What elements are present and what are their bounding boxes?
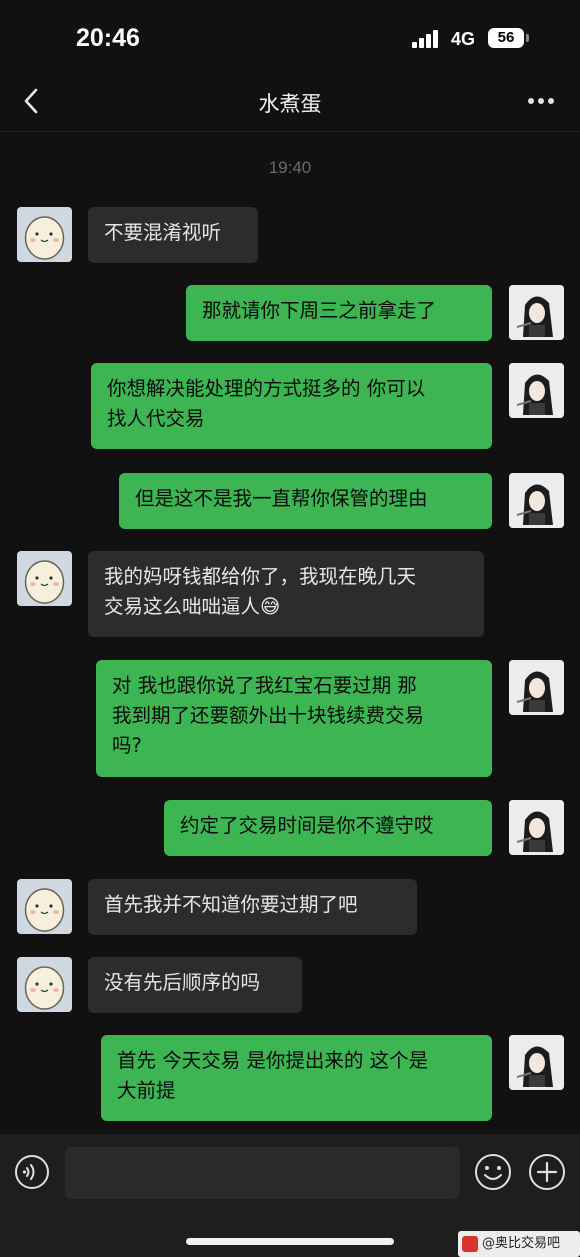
incoming-message[interactable]: 没有先后顺序的吗 — [88, 957, 302, 1013]
anime-girl-avatar-icon — [509, 660, 564, 715]
egg-avatar-icon — [24, 966, 65, 1010]
voice-input-icon[interactable] — [14, 1154, 50, 1190]
plus-icon[interactable] — [528, 1153, 566, 1191]
contact-avatar[interactable] — [17, 879, 72, 934]
network-type: 4G — [451, 29, 476, 49]
incoming-message[interactable]: 首先我并不知道你要过期了吧 — [88, 879, 417, 935]
anime-girl-avatar-icon — [509, 285, 564, 340]
anime-girl-avatar-icon — [509, 800, 564, 855]
my-avatar[interactable] — [509, 660, 564, 715]
my-avatar[interactable] — [509, 473, 564, 528]
battery-icon: 56 — [488, 28, 524, 48]
message-timestamp: 19:40 — [268, 158, 312, 177]
my-avatar[interactable] — [509, 1035, 564, 1090]
home-indicator — [186, 1238, 394, 1245]
incoming-message[interactable]: 我的妈呀钱都给你了，我现在晚几天 交易这么咄咄逼人😅 — [88, 551, 484, 637]
contact-avatar[interactable] — [17, 957, 72, 1012]
outgoing-message[interactable]: 你想解决能处理的方式挺多的 你可以 找人代交易 — [91, 363, 492, 449]
my-avatar[interactable] — [509, 285, 564, 340]
outgoing-message[interactable]: 对 我也跟你说了我红宝石要过期 那 我到期了还要额外出十块钱续费交易 吗? — [96, 660, 492, 777]
outgoing-message[interactable]: 那就请你下周三之前拿走了 — [186, 285, 492, 341]
egg-avatar-icon — [24, 560, 65, 604]
input-bar: @奥比交易吧 — [0, 1134, 580, 1257]
anime-girl-avatar-icon — [509, 1035, 564, 1090]
anime-girl-avatar-icon — [509, 363, 564, 418]
outgoing-message[interactable]: 首先 今天交易 是你提出来的 这个是 大前提 — [101, 1035, 492, 1121]
anime-girl-avatar-icon — [509, 473, 564, 528]
egg-avatar-icon — [24, 888, 65, 932]
battery-tip — [526, 34, 529, 42]
watermark: @奥比交易吧 — [458, 1231, 580, 1257]
outgoing-message[interactable]: 约定了交易时间是你不遵守哎 — [164, 800, 492, 856]
status-bar: 20:46 4G 56 — [0, 0, 580, 72]
nav-bar: 水煮蛋 — [0, 72, 580, 132]
more-options-icon[interactable] — [528, 98, 556, 106]
signal-icon — [412, 30, 442, 48]
contact-avatar[interactable] — [17, 551, 72, 606]
message-input[interactable] — [65, 1147, 460, 1199]
outgoing-message[interactable]: 但是这不是我一直帮你保管的理由 — [119, 473, 492, 529]
contact-avatar[interactable] — [17, 207, 72, 262]
watermark-logo — [462, 1236, 478, 1252]
incoming-message[interactable]: 不要混淆视听 — [88, 207, 258, 263]
status-time: 20:46 — [76, 24, 140, 52]
chat-title: 水煮蛋 — [258, 92, 322, 116]
emoji-icon[interactable] — [474, 1153, 512, 1191]
my-avatar[interactable] — [509, 363, 564, 418]
egg-avatar-icon — [24, 216, 65, 260]
my-avatar[interactable] — [509, 800, 564, 855]
watermark-text: @奥比交易吧 — [482, 1236, 561, 1251]
